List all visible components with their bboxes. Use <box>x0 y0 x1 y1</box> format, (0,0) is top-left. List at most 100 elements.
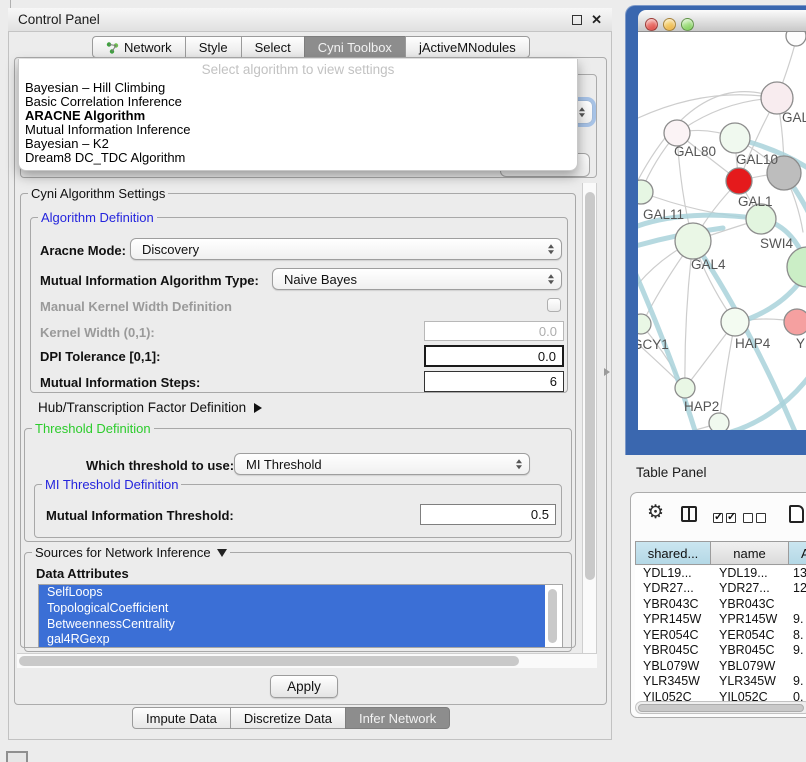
mi-threshold-input[interactable]: 0.5 <box>420 504 556 525</box>
splitter-handle[interactable] <box>604 368 610 376</box>
network-node[interactable] <box>675 223 711 259</box>
network-window-titlebar[interactable] <box>638 10 806 32</box>
aracne-mode-label: Aracne Mode: <box>40 243 126 258</box>
mi-threshold-value: 0.5 <box>531 507 549 522</box>
network-node[interactable] <box>721 308 749 336</box>
mi-steps-input[interactable]: 6 <box>424 371 564 392</box>
network-node[interactable] <box>638 314 651 334</box>
minimize-traffic-light[interactable] <box>663 18 676 31</box>
select-all-checkboxes-icon[interactable] <box>713 510 739 528</box>
tab-infer-network[interactable]: Infer Network <box>345 707 450 729</box>
table-row[interactable]: YLR345WYLR345W9. <box>635 674 806 690</box>
manual-kernel-checkbox[interactable] <box>547 298 561 312</box>
mi-threshold-definition-title: MI Threshold Definition <box>42 477 181 492</box>
table-row[interactable]: YPR145WYPR145W9. <box>635 612 806 628</box>
network-node[interactable] <box>726 168 752 194</box>
float-window-icon[interactable] <box>572 15 582 25</box>
tab-select[interactable]: Select <box>241 36 305 58</box>
aracne-mode-select[interactable]: Discovery <box>130 238 562 260</box>
network-node[interactable] <box>784 309 806 335</box>
table-cell: YLR345W <box>635 674 711 690</box>
mi-type-select[interactable]: Naive Bayes <box>272 268 562 290</box>
node-label: GAL80 <box>674 144 716 159</box>
network-node[interactable] <box>786 32 806 46</box>
network-node[interactable] <box>675 378 695 398</box>
popup-item[interactable]: Bayesian – K2 <box>23 137 573 151</box>
attribute-item[interactable]: SelfLoops <box>39 585 545 601</box>
table-hscrollbar[interactable] <box>635 701 806 714</box>
control-panel-tabs: Network Style Select Cyni Toolbox jActiv… <box>93 36 530 58</box>
mi-steps-label: Mutual Information Steps: <box>40 375 200 390</box>
data-attributes-list[interactable]: SelfLoops TopologicalCoefficient Between… <box>38 584 563 648</box>
column-header-cutoff[interactable]: A <box>789 541 806 565</box>
collapsed-panel-icon[interactable] <box>6 751 28 762</box>
attribute-item[interactable]: gal4RGexp <box>39 632 545 648</box>
table-hscrollbar-thumb[interactable] <box>638 704 804 712</box>
mi-threshold-label: Mutual Information Threshold: <box>46 508 234 523</box>
settings-hscrollbar-thumb[interactable] <box>19 656 519 666</box>
table-cell: YER054C <box>711 628 789 644</box>
popup-item[interactable]: Mutual Information Inference <box>23 123 573 137</box>
tab-style[interactable]: Style <box>185 36 242 58</box>
cyni-bottom-tabs: Impute Data Discretize Data Infer Networ… <box>133 707 450 729</box>
table-row[interactable]: YBR043CYBR043C <box>635 597 806 613</box>
attribute-item[interactable]: BetweennessCentrality <box>39 617 545 633</box>
close-traffic-light[interactable] <box>645 18 658 31</box>
node-label: GAL <box>782 110 806 125</box>
network-node[interactable] <box>638 180 653 204</box>
table-cell: YBR043C <box>635 597 711 613</box>
attribute-item[interactable]: TopologicalCoefficient <box>39 601 545 617</box>
tab-network[interactable]: Network <box>92 36 186 58</box>
tab-impute-data[interactable]: Impute Data <box>132 707 231 729</box>
column-header-shared-name[interactable]: shared... <box>635 541 711 565</box>
zoom-traffic-light[interactable] <box>681 18 694 31</box>
settings-vscrollbar-thumb[interactable] <box>585 192 595 580</box>
table-row[interactable]: YBL079WYBL079W <box>635 659 806 675</box>
column-label: name <box>733 546 766 561</box>
popup-item[interactable]: Dream8 DC_TDC Algorithm <box>23 151 573 165</box>
combo-arrows-icon <box>548 274 554 284</box>
popup-item-list: Bayesian – Hill Climbing Basic Correlati… <box>23 81 573 164</box>
popup-item[interactable]: Bayesian – Hill Climbing <box>23 81 573 95</box>
close-icon[interactable]: ✕ <box>591 12 602 28</box>
tab-discretize-data[interactable]: Discretize Data <box>230 707 346 729</box>
tab-jactivemnodules[interactable]: jActiveMNodules <box>405 36 530 58</box>
kernel-width-input[interactable]: 0.0 <box>424 321 564 341</box>
network-canvas[interactable]: GALGAL80GAL10GAL1GAL11SWI4GAL4HAP4YGCY1H… <box>638 32 806 430</box>
table-cell: YBR045C <box>711 643 789 659</box>
hub-definition-toggle[interactable]: Hub/Transcription Factor Definition <box>38 400 262 415</box>
cyni-algorithm-settings-title: Cyni Algorithm Settings <box>28 186 168 201</box>
node-label: GAL11 <box>643 207 684 222</box>
column-label: A <box>801 546 806 561</box>
columns-icon[interactable] <box>681 506 697 522</box>
network-node[interactable] <box>664 120 690 146</box>
table-cell <box>789 597 806 613</box>
table-row[interactable]: YBR045CYBR045C9. <box>635 643 806 659</box>
mi-type-label: Mutual Information Algorithm Type: <box>40 273 259 288</box>
gear-icon[interactable]: ⚙ <box>647 504 664 522</box>
tab-label: jActiveMNodules <box>419 40 516 55</box>
network-icon <box>106 41 119 54</box>
popup-item[interactable]: Basic Correlation Inference <box>23 95 573 109</box>
network-node[interactable] <box>787 247 806 287</box>
hub-definition-label: Hub/Transcription Factor Definition <box>38 400 246 415</box>
attributes-list-scrollbar[interactable] <box>548 589 557 643</box>
table-row[interactable]: YDR27...YDR27...12 <box>635 581 806 597</box>
tab-cyni-toolbox[interactable]: Cyni Toolbox <box>304 36 406 58</box>
popup-item-selected[interactable]: ARACNE Algorithm <box>23 109 573 123</box>
which-threshold-select[interactable]: MI Threshold <box>234 453 530 475</box>
table-cell: YBL079W <box>711 659 789 675</box>
network-node[interactable] <box>709 413 729 430</box>
tab-label: Infer Network <box>359 711 436 726</box>
document-icon[interactable] <box>789 505 804 523</box>
apply-button[interactable]: Apply <box>270 675 338 698</box>
dpi-tolerance-input[interactable]: 0.0 <box>424 345 564 367</box>
deselect-all-checkboxes-icon[interactable] <box>743 510 769 528</box>
table-row[interactable]: YDL19...YDL19...13 <box>635 566 806 582</box>
network-node[interactable] <box>720 123 750 153</box>
table-row[interactable]: YER054CYER054C8. <box>635 628 806 644</box>
data-attributes-label: Data Attributes <box>36 566 129 581</box>
combo-arrows-icon <box>548 244 554 254</box>
sources-title[interactable]: Sources for Network Inference <box>32 545 230 560</box>
column-header-name[interactable]: name <box>711 541 789 565</box>
